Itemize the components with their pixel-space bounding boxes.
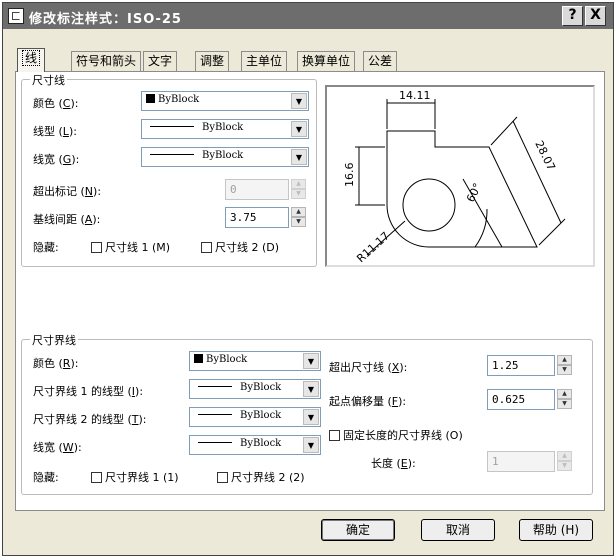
spin-up-icon[interactable]: ▲: [557, 451, 572, 461]
chevron-down-icon[interactable]: ▼: [291, 149, 307, 165]
chevron-down-icon[interactable]: ▼: [303, 381, 319, 397]
spin-up-icon[interactable]: ▲: [291, 179, 306, 189]
extend-ticks-label: 超出标记 (N):: [33, 185, 102, 198]
line-sample-icon: [198, 386, 232, 387]
tab-lines[interactable]: 线: [17, 48, 46, 72]
line-sample-icon: [198, 414, 232, 415]
dimension-preview-drawing: 14.11 16.6 28.07 60° R11.17: [343, 89, 566, 265]
spin-down-icon[interactable]: ▼: [557, 461, 572, 471]
suppress-ext-line-1-checkbox[interactable]: 尺寸界线 1 (1): [91, 469, 179, 485]
dim-lineweight-label: 线宽 (G):: [33, 153, 80, 166]
spin-down-icon[interactable]: ▼: [291, 189, 306, 199]
dim-lineweight-dropdown[interactable]: ByBlock ▼: [141, 147, 309, 167]
line-sample-icon: [150, 126, 194, 127]
tab-symbols-arrows[interactable]: 符号和箭头: [71, 51, 142, 71]
preview-panel: 14.11 16.6 28.07 60° R11.17: [325, 85, 595, 267]
suppress-ext-line-2-checkbox[interactable]: 尺寸界线 2 (2): [217, 469, 305, 485]
ext-suppress-label: 隐藏:: [33, 471, 59, 484]
dialog-window: 修改标注样式：ISO-25 ? X 线 符号和箭头 文字 调整 主单位 换算单位…: [2, 2, 614, 556]
chevron-down-icon[interactable]: ▼: [303, 409, 319, 425]
dim-lines-group-title: 尺寸线: [30, 72, 67, 88]
dim-color-dropdown[interactable]: ByBlock ▼: [141, 91, 309, 111]
preview-dim-angle: 60°: [464, 181, 484, 204]
chevron-down-icon[interactable]: ▼: [303, 353, 319, 369]
ext-color-label: 颜色 (R):: [33, 357, 79, 370]
length-label: 长度 (E):: [371, 457, 416, 470]
chevron-down-icon[interactable]: ▼: [291, 121, 307, 137]
preview-dim-left: 16.6: [343, 163, 356, 188]
ext-linetype2-dropdown[interactable]: ByBlock ▼: [189, 407, 321, 427]
fixed-length-checkbox[interactable]: 固定长度的尺寸界线 (O): [329, 427, 463, 443]
tab-tolerances[interactable]: 公差: [363, 51, 398, 71]
tab-alternate-units[interactable]: 换算单位: [297, 51, 356, 71]
tab-primary-units[interactable]: 主单位: [241, 51, 288, 71]
ext-lineweight-dropdown[interactable]: ByBlock ▼: [189, 435, 321, 455]
dim-linetype-label: 线型 (L):: [33, 125, 77, 138]
chevron-down-icon[interactable]: ▼: [303, 437, 319, 453]
ext-linetype2-label: 尺寸界线 2 的线型 (T):: [33, 413, 147, 426]
preview-dim-slant: 28.07: [532, 139, 557, 173]
ext-linetype1-dropdown[interactable]: ByBlock ▼: [189, 379, 321, 399]
help-title-button[interactable]: ?: [562, 6, 583, 26]
dim-linetype-dropdown[interactable]: ByBlock ▼: [141, 119, 309, 139]
offset-spinner[interactable]: 0.625 ▲ ▼: [487, 389, 572, 410]
tab-fit[interactable]: 调整: [195, 51, 230, 71]
chevron-down-icon[interactable]: ▼: [291, 93, 307, 109]
spin-up-icon[interactable]: ▲: [557, 355, 572, 365]
length-spinner[interactable]: 1 ▲ ▼: [487, 451, 572, 472]
color-swatch: [194, 354, 203, 363]
preview-part-outline: [386, 130, 538, 248]
window-title: 修改标注样式：ISO-25: [29, 12, 182, 27]
ok-button[interactable]: 确定: [321, 519, 395, 541]
spin-up-icon[interactable]: ▲: [557, 389, 572, 399]
ext-linetype1-label: 尺寸界线 1 的线型 (I):: [33, 385, 144, 398]
dim-suppress-label: 隐藏:: [33, 241, 59, 254]
preview-dim-top: 14.11: [399, 89, 431, 102]
spin-down-icon[interactable]: ▼: [557, 399, 572, 409]
help-button[interactable]: 帮助 (H): [519, 519, 593, 541]
color-swatch: [146, 94, 155, 103]
preview-hole-circle: [402, 178, 456, 232]
line-sample-icon: [150, 154, 194, 155]
title-bar: 修改标注样式：ISO-25 ? X: [3, 3, 613, 29]
spin-down-icon[interactable]: ▼: [291, 217, 306, 227]
extend-beyond-spinner[interactable]: 1.25 ▲ ▼: [487, 355, 572, 376]
ext-color-dropdown[interactable]: ByBlock ▼: [189, 351, 321, 371]
baseline-spacing-spinner[interactable]: 3.75 ▲ ▼: [225, 207, 306, 228]
spin-up-icon[interactable]: ▲: [291, 207, 306, 217]
suppress-dim-line-1-checkbox[interactable]: 尺寸线 1 (M): [91, 239, 170, 255]
suppress-dim-line-2-checkbox[interactable]: 尺寸线 2 (D): [201, 239, 279, 255]
spin-down-icon[interactable]: ▼: [557, 365, 572, 375]
close-button[interactable]: X: [585, 6, 606, 26]
ext-lines-group-title: 尺寸界线: [30, 332, 78, 348]
tab-text[interactable]: 文字: [143, 51, 178, 71]
cancel-button[interactable]: 取消: [421, 519, 495, 541]
extend-ticks-spinner[interactable]: 0 ▲ ▼: [225, 179, 306, 200]
line-sample-icon: [198, 442, 232, 443]
app-icon: [8, 8, 24, 24]
preview-dim-radius: R11.17: [354, 229, 392, 265]
ext-lineweight-label: 线宽 (W):: [33, 441, 82, 454]
extend-beyond-label: 超出尺寸线 (X):: [329, 361, 408, 374]
baseline-spacing-label: 基线间距 (A):: [33, 213, 101, 226]
dim-color-label: 颜色 (C):: [33, 97, 79, 110]
offset-label: 起点偏移量 (F):: [329, 395, 407, 408]
